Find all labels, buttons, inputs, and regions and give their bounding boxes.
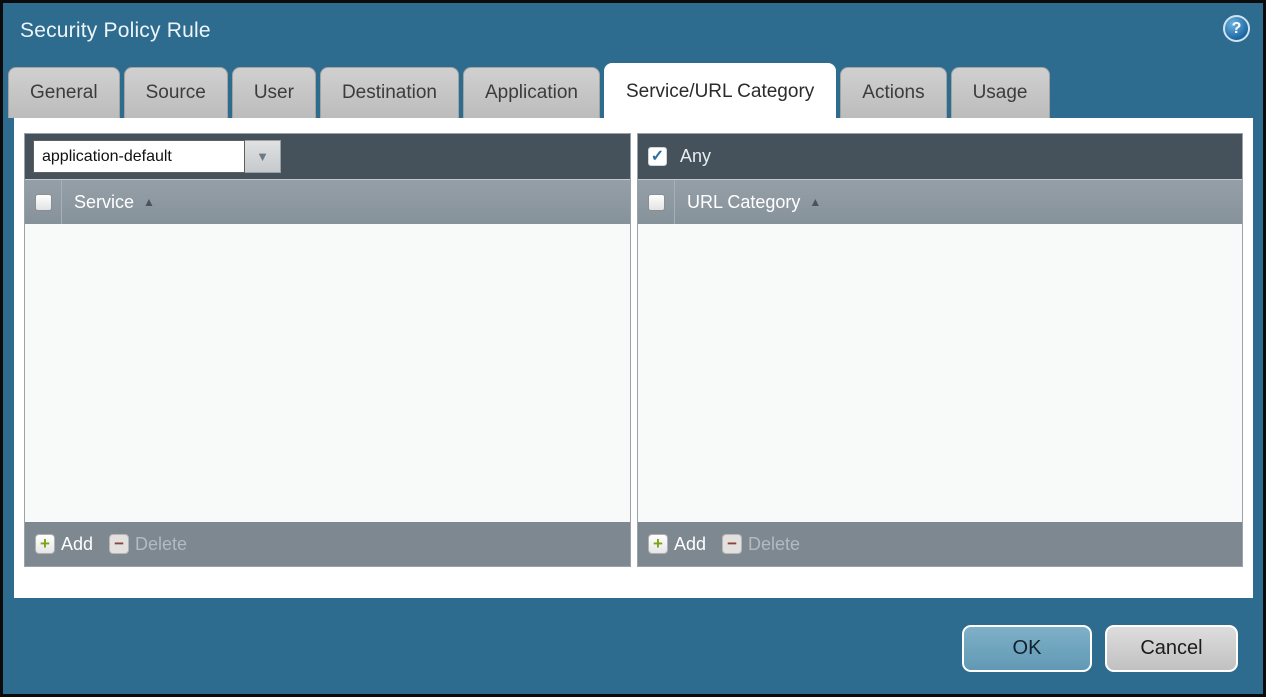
service-select-all-checkbox[interactable] bbox=[35, 194, 52, 211]
any-checkbox[interactable]: ✓ bbox=[648, 147, 667, 166]
service-panel-footer: + Add − Delete bbox=[25, 522, 630, 566]
url-category-select-all-checkbox[interactable] bbox=[648, 194, 665, 211]
add-icon: + bbox=[35, 534, 55, 554]
sort-asc-icon: ▲ bbox=[143, 196, 155, 208]
service-add-button[interactable]: + Add bbox=[35, 534, 93, 555]
url-category-column-header-row: URL Category ▲ bbox=[638, 179, 1242, 224]
service-column-sort[interactable]: Service ▲ bbox=[74, 180, 155, 224]
cancel-button[interactable]: Cancel bbox=[1105, 625, 1238, 672]
url-category-column-label: URL Category bbox=[687, 192, 800, 213]
url-category-list bbox=[638, 224, 1242, 522]
tab-source[interactable]: Source bbox=[124, 67, 228, 118]
tab-user[interactable]: User bbox=[232, 67, 316, 118]
tab-general[interactable]: General bbox=[8, 67, 120, 118]
delete-icon: − bbox=[109, 534, 129, 554]
service-type-dropdown-button[interactable]: ▼ bbox=[245, 140, 281, 173]
url-category-delete-button[interactable]: − Delete bbox=[722, 534, 800, 555]
url-category-panel: ✓ Any URL Category ▲ + Add bbox=[637, 133, 1243, 567]
service-type-input[interactable] bbox=[33, 140, 245, 173]
add-icon: + bbox=[648, 534, 668, 554]
url-category-column-sort[interactable]: URL Category ▲ bbox=[687, 180, 821, 224]
service-panel-header: ▼ bbox=[25, 134, 630, 179]
tab-actions[interactable]: Actions bbox=[840, 67, 946, 118]
tab-bar: General Source User Destination Applicat… bbox=[8, 63, 1050, 118]
service-type-combobox: ▼ bbox=[33, 140, 281, 173]
url-category-select-all-cell bbox=[638, 180, 675, 224]
tab-application[interactable]: Application bbox=[463, 67, 600, 118]
ok-button[interactable]: OK bbox=[962, 625, 1092, 672]
tab-usage[interactable]: Usage bbox=[951, 67, 1050, 118]
url-category-panel-header: ✓ Any bbox=[638, 134, 1242, 179]
dialog-title: Security Policy Rule bbox=[20, 19, 211, 43]
delete-icon: − bbox=[722, 534, 742, 554]
help-icon[interactable]: ? bbox=[1223, 15, 1250, 42]
chevron-down-icon: ▼ bbox=[256, 150, 269, 163]
tab-service-url-category[interactable]: Service/URL Category bbox=[604, 63, 836, 118]
tab-content-area: ▼ Service ▲ + Add bbox=[14, 118, 1253, 598]
url-category-add-button[interactable]: + Add bbox=[648, 534, 706, 555]
service-select-all-cell bbox=[25, 180, 62, 224]
url-category-panel-footer: + Add − Delete bbox=[638, 522, 1242, 566]
question-mark-glyph: ? bbox=[1232, 20, 1242, 38]
service-column-label: Service bbox=[74, 192, 134, 213]
service-delete-button[interactable]: − Delete bbox=[109, 534, 187, 555]
security-policy-rule-dialog: Security Policy Rule ? General Source Us… bbox=[0, 0, 1266, 697]
service-panel: ▼ Service ▲ + Add bbox=[24, 133, 631, 567]
any-label: Any bbox=[680, 146, 711, 167]
service-column-header-row: Service ▲ bbox=[25, 179, 630, 224]
sort-asc-icon: ▲ bbox=[809, 196, 821, 208]
checkmark-icon: ✓ bbox=[651, 149, 664, 165]
tab-destination[interactable]: Destination bbox=[320, 67, 459, 118]
service-list bbox=[25, 224, 630, 522]
